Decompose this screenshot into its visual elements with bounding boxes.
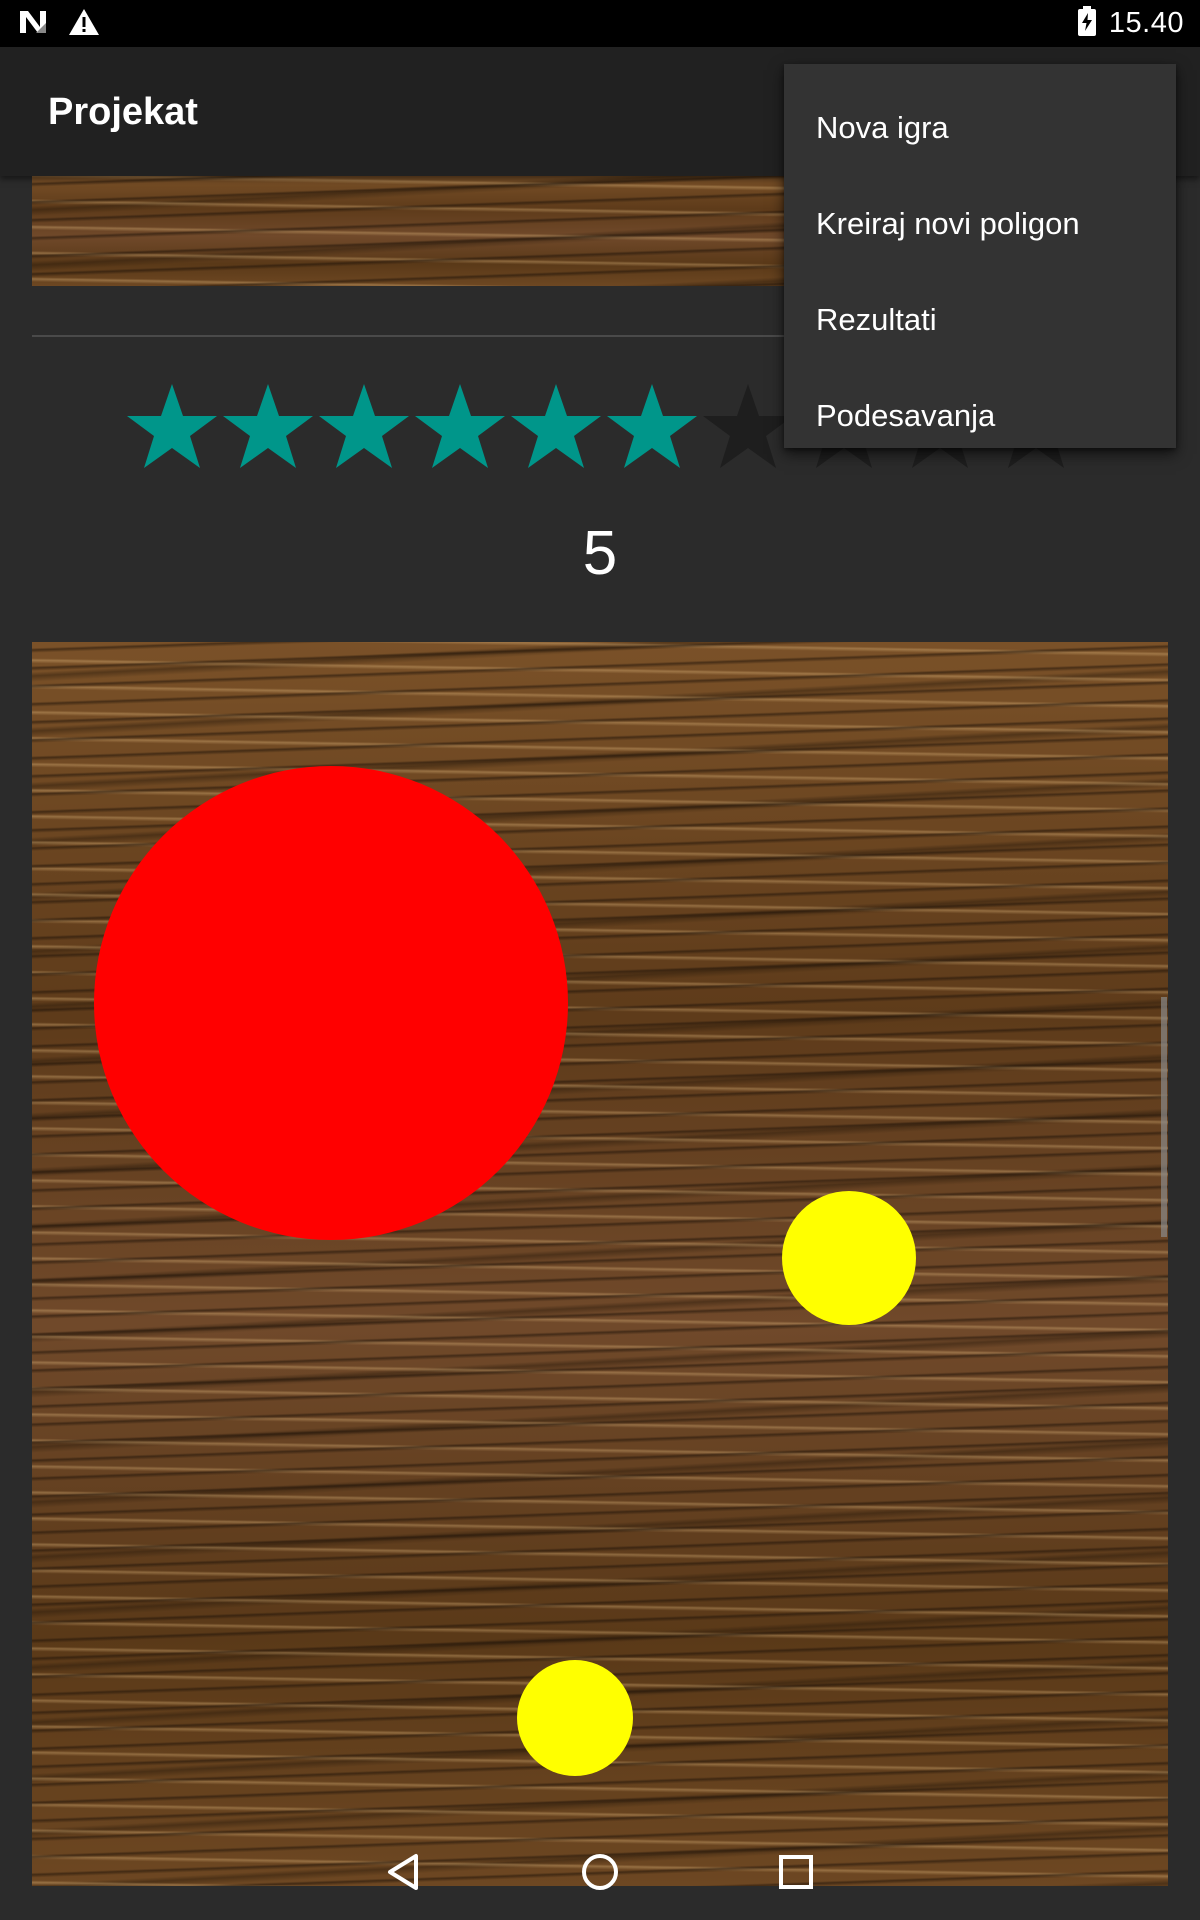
star-filled-icon[interactable] (316, 382, 412, 472)
scrollbar[interactable] (1161, 997, 1167, 1237)
divider (32, 335, 784, 337)
status-time: 15.40 (1108, 7, 1184, 39)
recents-icon[interactable] (772, 1848, 820, 1896)
yellow-ball[interactable] (517, 1660, 633, 1776)
game-field[interactable] (32, 642, 1168, 1886)
menu-item-podesavanja[interactable]: Podesavanja (784, 368, 1176, 464)
star-filled-icon[interactable] (220, 382, 316, 472)
warning-icon (68, 8, 100, 41)
app-title: Projekat (48, 91, 198, 133)
red-ball[interactable] (94, 766, 568, 1240)
polygon-preview (32, 176, 784, 286)
star-filled-icon[interactable] (508, 382, 604, 472)
star-empty-icon[interactable] (700, 382, 796, 472)
menu-item-rezultati[interactable]: Rezultati (784, 272, 1176, 368)
yellow-ball[interactable] (782, 1191, 916, 1325)
n-logo-icon (18, 9, 48, 40)
overflow-menu: Nova igra Kreiraj novi poligon Rezultati… (784, 64, 1176, 448)
status-bar: 15.40 (0, 0, 1200, 47)
star-filled-icon[interactable] (124, 382, 220, 472)
score-value: 5 (582, 519, 618, 588)
home-icon[interactable] (576, 1848, 624, 1896)
back-icon[interactable] (380, 1848, 428, 1896)
star-filled-icon[interactable] (412, 382, 508, 472)
battery-charging-icon (1077, 6, 1097, 41)
star-filled-icon[interactable] (604, 382, 700, 472)
navigation-bar (0, 1836, 1200, 1906)
menu-item-nova-igra[interactable]: Nova igra (784, 80, 1176, 176)
menu-item-kreiraj-novi-poligon[interactable]: Kreiraj novi poligon (784, 176, 1176, 272)
